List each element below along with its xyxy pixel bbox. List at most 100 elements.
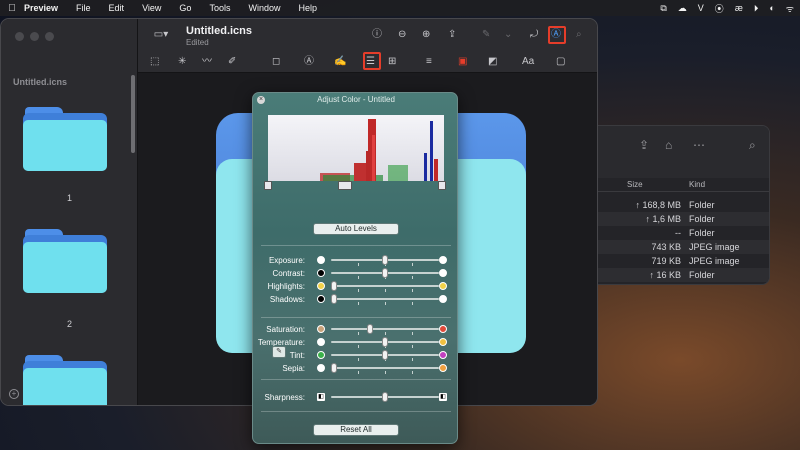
- adjust-slider[interactable]: [331, 363, 439, 374]
- adjust-slider[interactable]: [331, 268, 439, 279]
- share-icon[interactable]: ⇪: [448, 28, 456, 42]
- text-tool-icon[interactable]: Ⓐ: [304, 55, 314, 69]
- adjust-slider[interactable]: [331, 255, 439, 266]
- instant-alpha-icon[interactable]: ✳: [178, 55, 186, 69]
- menu-preview[interactable]: Preview: [24, 3, 58, 13]
- search-icon[interactable]: ⌕: [749, 138, 756, 153]
- markup-icon[interactable]: Ⓐ: [551, 28, 561, 42]
- slider-knob[interactable]: [382, 255, 388, 265]
- adjust-slider[interactable]: [331, 324, 439, 335]
- slider-knob[interactable]: [331, 363, 337, 373]
- zoom-in-icon[interactable]: ⊕: [422, 28, 430, 42]
- menu-view[interactable]: View: [142, 3, 161, 13]
- slider-knob[interactable]: [382, 337, 388, 347]
- search-icon[interactable]: ⌕: [576, 28, 582, 42]
- share-icon[interactable]: ⇪: [639, 138, 649, 152]
- shapes-icon[interactable]: ◻: [272, 55, 280, 69]
- menu-tools[interactable]: Tools: [209, 3, 230, 13]
- wifi-icon[interactable]: ᯤ: [786, 2, 794, 15]
- record-icon[interactable]: ⦿: [715, 2, 724, 15]
- window-controls: [15, 32, 54, 41]
- finder-row-kind: Folder: [689, 228, 715, 238]
- slider-min-icon: [317, 256, 325, 264]
- thumbnail-2[interactable]: [23, 229, 107, 293]
- midtone-handle[interactable]: [338, 181, 352, 190]
- description-icon[interactable]: ▢: [556, 55, 565, 69]
- slider-min-icon: [317, 351, 325, 359]
- slider-max-icon: [439, 256, 447, 264]
- more-icon[interactable]: ⋯: [693, 138, 705, 152]
- sidebar-scrollbar[interactable]: [131, 75, 135, 153]
- markup-toolbar: ⬚ ✳ 〰 ✐ ◻ Ⓐ ✍ ☰ ⊞ ≡ ▣ ◩ Aa ▢: [138, 51, 597, 73]
- finder-row-size: ↑ 1,6 MB: [645, 214, 681, 224]
- column-kind[interactable]: Kind: [689, 180, 705, 189]
- finder-row-kind: JPEG image: [689, 242, 740, 252]
- tag-icon[interactable]: ⌂: [665, 138, 672, 152]
- slider-knob[interactable]: [331, 281, 337, 291]
- adjust-slider[interactable]: [331, 337, 439, 348]
- black-point-handle[interactable]: [264, 181, 272, 190]
- menu-go[interactable]: Go: [179, 3, 191, 13]
- play-icon[interactable]: ⏵: [754, 3, 759, 14]
- selection-tool-icon[interactable]: ⬚: [150, 55, 159, 69]
- input-source-icon[interactable]: æ: [735, 3, 743, 13]
- sidebar-title: Untitled.icns: [13, 77, 68, 87]
- v-icon[interactable]: V: [698, 3, 704, 13]
- thumbnail-1[interactable]: [23, 107, 107, 171]
- draw-icon[interactable]: ✐: [228, 55, 236, 69]
- contrast-icon[interactable]: ◐: [769, 3, 774, 13]
- adjust-size-icon[interactable]: ⊞: [388, 55, 396, 69]
- eyedropper-icon[interactable]: ✎: [272, 346, 286, 358]
- shape-style-icon[interactable]: ≡: [426, 55, 432, 69]
- zoom-window-button[interactable]: [45, 32, 54, 41]
- white-point-handle[interactable]: [438, 181, 446, 190]
- finder-row-kind: Folder: [689, 270, 715, 280]
- menu-edit[interactable]: Edit: [109, 3, 125, 13]
- slider-knob[interactable]: [367, 324, 373, 334]
- title-bar: ▭▾ Untitled.icns Edited ⓘ ⊖ ⊕ ⇪ ✎ ⌄ ⤾ Ⓐ …: [138, 19, 597, 51]
- sharpness-label: Sharpness:: [264, 393, 305, 402]
- slider-label: Exposure:: [268, 256, 305, 265]
- screen-icon[interactable]: ⧉: [660, 3, 666, 14]
- minimize-window-button[interactable]: [30, 32, 39, 41]
- slider-knob[interactable]: [331, 294, 337, 304]
- adjust-slider[interactable]: [331, 294, 439, 305]
- apple-menu-icon[interactable]: : [0, 3, 24, 14]
- adjust-slider[interactable]: [331, 281, 439, 292]
- column-size[interactable]: Size: [627, 180, 643, 189]
- menu-window[interactable]: Window: [248, 3, 280, 13]
- slider-knob[interactable]: [382, 268, 388, 278]
- slider-min-icon: [317, 282, 325, 290]
- sharpness-slider[interactable]: [331, 392, 439, 402]
- reset-all-button[interactable]: Reset All: [313, 424, 399, 436]
- sharpness-knob[interactable]: [382, 392, 388, 402]
- rotate-icon[interactable]: ⤾: [530, 28, 538, 42]
- close-window-button[interactable]: [15, 32, 24, 41]
- thumbnail-number-2: 2: [66, 319, 72, 329]
- text-style-button[interactable]: Aa: [522, 55, 534, 69]
- sign-icon[interactable]: ✍: [334, 55, 346, 69]
- slider-label: Sepia:: [282, 364, 305, 373]
- slider-knob[interactable]: [382, 350, 388, 360]
- chevron-down-icon[interactable]: ⌄: [504, 28, 512, 42]
- slider-label: Tint:: [289, 351, 305, 360]
- sketch-icon[interactable]: 〰: [202, 55, 212, 69]
- finder-row-kind: Folder: [689, 214, 715, 224]
- thumbnail-3[interactable]: [23, 355, 107, 405]
- slider-max-icon: [439, 325, 447, 333]
- adjust-color-icon[interactable]: ☰: [366, 55, 375, 69]
- menu-file[interactable]: File: [76, 3, 91, 13]
- fill-color-icon[interactable]: ◩: [488, 55, 497, 69]
- cloud-icon[interactable]: ☁: [678, 3, 687, 14]
- info-icon[interactable]: ⓘ: [372, 28, 382, 42]
- highlight-icon[interactable]: ✎: [482, 28, 490, 42]
- slider-label: Saturation:: [266, 325, 305, 334]
- adjust-slider[interactable]: [331, 350, 439, 361]
- sidebar-toggle-icon[interactable]: ▭▾: [150, 28, 172, 42]
- auto-levels-button[interactable]: Auto Levels: [313, 223, 399, 235]
- menu-help[interactable]: Help: [298, 3, 317, 13]
- zoom-out-icon[interactable]: ⊖: [398, 28, 406, 42]
- add-icon[interactable]: +: [9, 389, 19, 399]
- document-title[interactable]: Untitled.icns: [186, 25, 252, 37]
- border-color-icon[interactable]: ▣: [458, 55, 467, 69]
